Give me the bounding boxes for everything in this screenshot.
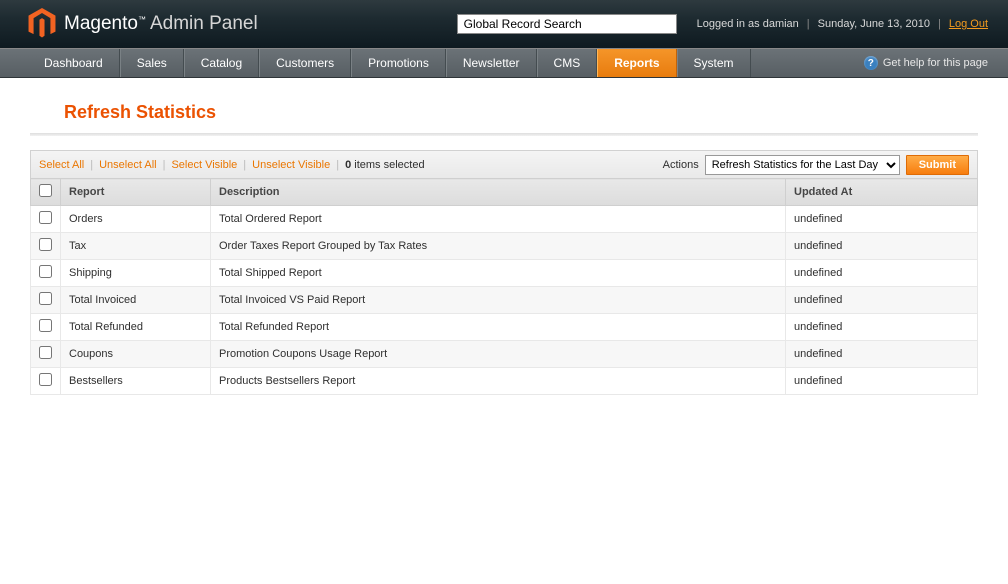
select-all-link[interactable]: Select All <box>39 159 84 171</box>
cell-updated: undefined <box>786 233 978 260</box>
nav-item-dashboard[interactable]: Dashboard <box>28 49 120 77</box>
help-link[interactable]: ? Get help for this page <box>864 49 1008 77</box>
row-checkbox[interactable] <box>39 238 52 251</box>
reports-grid: Report Description Updated At OrdersTota… <box>30 178 978 395</box>
cell-updated: undefined <box>786 368 978 395</box>
unselect-all-link[interactable]: Unselect All <box>99 159 156 171</box>
nav-item-newsletter[interactable]: Newsletter <box>446 49 537 77</box>
cell-description: Total Shipped Report <box>211 260 786 287</box>
help-text: Get help for this page <box>883 57 988 69</box>
cell-updated: undefined <box>786 341 978 368</box>
table-row: CouponsPromotion Coupons Usage Reportund… <box>31 341 978 368</box>
logged-in-text: Logged in as damian <box>697 18 799 30</box>
cell-report: Tax <box>61 233 211 260</box>
nav-item-sales[interactable]: Sales <box>120 49 184 77</box>
row-checkbox[interactable] <box>39 211 52 224</box>
header: Magento™Admin Panel Logged in as damian … <box>0 0 1008 48</box>
select-all-checkbox[interactable] <box>39 184 52 197</box>
table-row: ShippingTotal Shipped Reportundefined <box>31 260 978 287</box>
title-underline <box>30 133 978 136</box>
row-checkbox[interactable] <box>39 319 52 332</box>
actions-label: Actions <box>663 159 699 171</box>
col-updated-header[interactable]: Updated At <box>786 179 978 206</box>
cell-description: Total Invoiced VS Paid Report <box>211 287 786 314</box>
magento-logo-icon <box>28 8 56 40</box>
cell-description: Total Refunded Report <box>211 314 786 341</box>
global-search <box>457 14 677 34</box>
cell-updated: undefined <box>786 287 978 314</box>
page-title: Refresh Statistics <box>64 102 978 123</box>
cell-updated: undefined <box>786 260 978 287</box>
cell-report: Shipping <box>61 260 211 287</box>
nav-item-promotions[interactable]: Promotions <box>351 49 446 77</box>
cell-report: Total Invoiced <box>61 287 211 314</box>
header-date: Sunday, June 13, 2010 <box>818 18 930 30</box>
search-input[interactable] <box>457 14 677 34</box>
select-visible-link[interactable]: Select Visible <box>171 159 237 171</box>
table-row: BestsellersProducts Bestsellers Reportun… <box>31 368 978 395</box>
cell-description: Products Bestsellers Report <box>211 368 786 395</box>
table-row: OrdersTotal Ordered Reportundefined <box>31 206 978 233</box>
content: Refresh Statistics Select All | Unselect… <box>0 78 1008 413</box>
actions-select[interactable]: Refresh Statistics for the Last Day <box>705 155 900 175</box>
row-checkbox[interactable] <box>39 265 52 278</box>
grid-header-row: Report Description Updated At <box>31 179 978 206</box>
cell-report: Bestsellers <box>61 368 211 395</box>
cell-updated: undefined <box>786 314 978 341</box>
nav-item-reports[interactable]: Reports <box>597 49 676 77</box>
nav-item-customers[interactable]: Customers <box>259 49 351 77</box>
unselect-visible-link[interactable]: Unselect Visible <box>252 159 330 171</box>
brand-name: Magento <box>64 13 138 34</box>
row-checkbox[interactable] <box>39 373 52 386</box>
cell-report: Coupons <box>61 341 211 368</box>
col-report-header[interactable]: Report <box>61 179 211 206</box>
help-icon: ? <box>864 56 878 70</box>
cell-report: Orders <box>61 206 211 233</box>
table-row: TaxOrder Taxes Report Grouped by Tax Rat… <box>31 233 978 260</box>
cell-updated: undefined <box>786 206 978 233</box>
logout-link[interactable]: Log Out <box>949 18 988 30</box>
col-check-header <box>31 179 61 206</box>
table-row: Total InvoicedTotal Invoiced VS Paid Rep… <box>31 287 978 314</box>
logo: Magento™Admin Panel <box>28 8 258 40</box>
nav-item-catalog[interactable]: Catalog <box>184 49 259 77</box>
cell-report: Total Refunded <box>61 314 211 341</box>
table-row: Total RefundedTotal Refunded Reportundef… <box>31 314 978 341</box>
selected-count: 0 items selected <box>345 159 425 171</box>
cell-description: Order Taxes Report Grouped by Tax Rates <box>211 233 786 260</box>
logo-text: Magento™Admin Panel <box>64 13 258 35</box>
panel-label: Admin Panel <box>150 13 258 34</box>
main-nav: DashboardSalesCatalogCustomersPromotions… <box>0 48 1008 78</box>
submit-button[interactable]: Submit <box>906 155 969 175</box>
nav-item-system[interactable]: System <box>677 49 751 77</box>
nav-item-cms[interactable]: CMS <box>537 49 598 77</box>
col-description-header[interactable]: Description <box>211 179 786 206</box>
cell-description: Total Ordered Report <box>211 206 786 233</box>
header-right: Logged in as damian | Sunday, June 13, 2… <box>697 18 988 30</box>
row-checkbox[interactable] <box>39 346 52 359</box>
row-checkbox[interactable] <box>39 292 52 305</box>
massaction-bar: Select All | Unselect All | Select Visib… <box>30 150 978 178</box>
cell-description: Promotion Coupons Usage Report <box>211 341 786 368</box>
